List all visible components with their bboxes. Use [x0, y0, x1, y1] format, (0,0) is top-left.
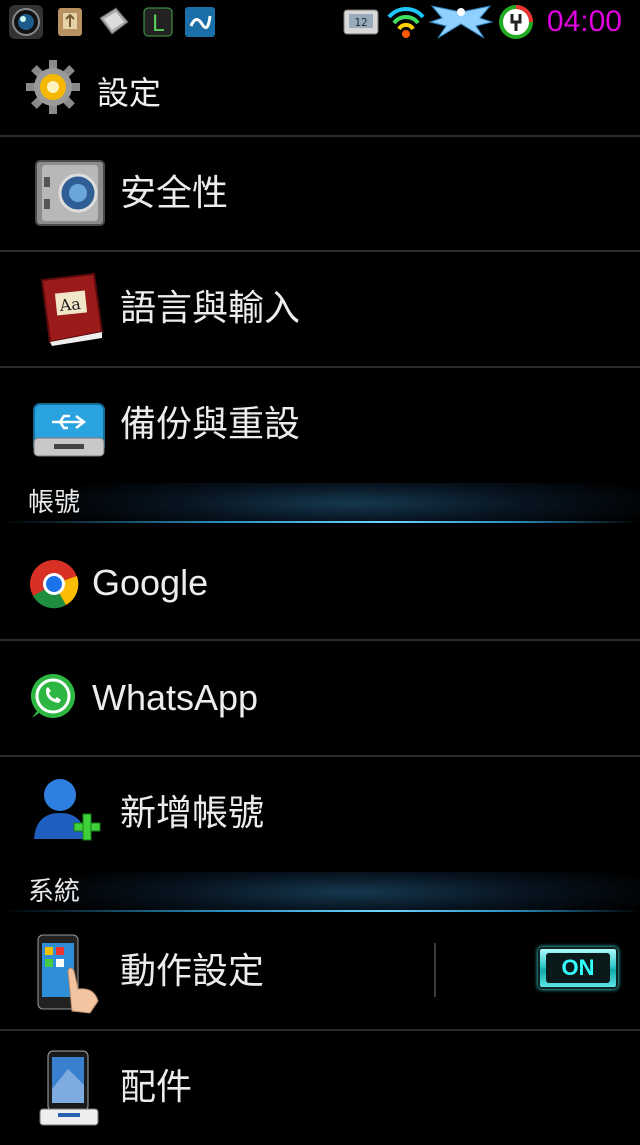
whatsapp-icon — [30, 673, 76, 718]
section-header-system: 系統 — [0, 872, 640, 912]
system-item-motion[interactable]: 動作設定 ON — [0, 915, 640, 1029]
system-item-label: 配件 — [120, 1067, 193, 1108]
account-item-label: WhatsApp — [92, 677, 259, 718]
usb-icon — [58, 8, 82, 36]
status-clock: 04:00 — [546, 5, 622, 38]
system-item-accessories[interactable]: 配件 — [0, 1031, 640, 1145]
vertical-divider — [434, 943, 436, 997]
settings-item-language-input[interactable]: Aa 語言與輸入 — [0, 252, 640, 366]
phone-dock-icon — [39, 1050, 99, 1126]
status-bar: L 12 04:00 — [0, 0, 640, 44]
wifi-icon — [387, 6, 425, 38]
angel-wings-icon — [428, 5, 494, 39]
page-title: 設定 — [97, 74, 162, 112]
section-divider-glow — [0, 521, 640, 523]
account-item-label: Google — [92, 562, 209, 603]
section-header-label: 帳號 — [28, 488, 81, 518]
dictionary-icon: Aa — [40, 272, 104, 346]
svg-text:Aa: Aa — [58, 294, 82, 315]
motion-phone-icon — [37, 934, 99, 1014]
clock-widget-icon: 12 — [343, 9, 379, 35]
camera-app-icon — [9, 5, 43, 39]
usb-drive-icon — [33, 403, 105, 457]
settings-item-security[interactable]: 安全性 — [0, 137, 640, 251]
sd-card-icon — [99, 7, 129, 35]
chrome-icon — [30, 560, 79, 609]
settings-item-backup-reset[interactable]: 備份與重設 — [0, 368, 640, 482]
section-divider-glow — [0, 910, 640, 912]
account-item-whatsapp[interactable]: WhatsApp — [0, 641, 640, 755]
system-item-label: 動作設定 — [120, 951, 265, 992]
add-account-label: 新增帳號 — [120, 793, 265, 834]
charging-icon — [499, 5, 533, 39]
notification-icon — [185, 7, 215, 37]
settings-item-label: 備份與重設 — [120, 404, 301, 445]
add-user-icon — [34, 779, 101, 841]
line-app-icon: L — [143, 7, 173, 37]
section-header-accounts: 帳號 — [0, 483, 640, 523]
section-header-label: 系統 — [28, 877, 81, 907]
toggle-state-label: ON — [546, 953, 610, 983]
safe-icon — [35, 160, 105, 226]
svg-text:12: 12 — [354, 16, 367, 29]
add-account-button[interactable]: 新增帳號 — [0, 757, 640, 871]
gear-icon[interactable] — [24, 58, 82, 116]
settings-item-label: 語言與輸入 — [120, 288, 301, 329]
action-bar: 設定 — [0, 44, 640, 136]
motion-toggle-switch[interactable]: ON — [538, 947, 618, 989]
svg-text:L: L — [152, 12, 165, 37]
account-item-google[interactable]: Google — [0, 526, 640, 640]
settings-item-label: 安全性 — [120, 173, 229, 214]
